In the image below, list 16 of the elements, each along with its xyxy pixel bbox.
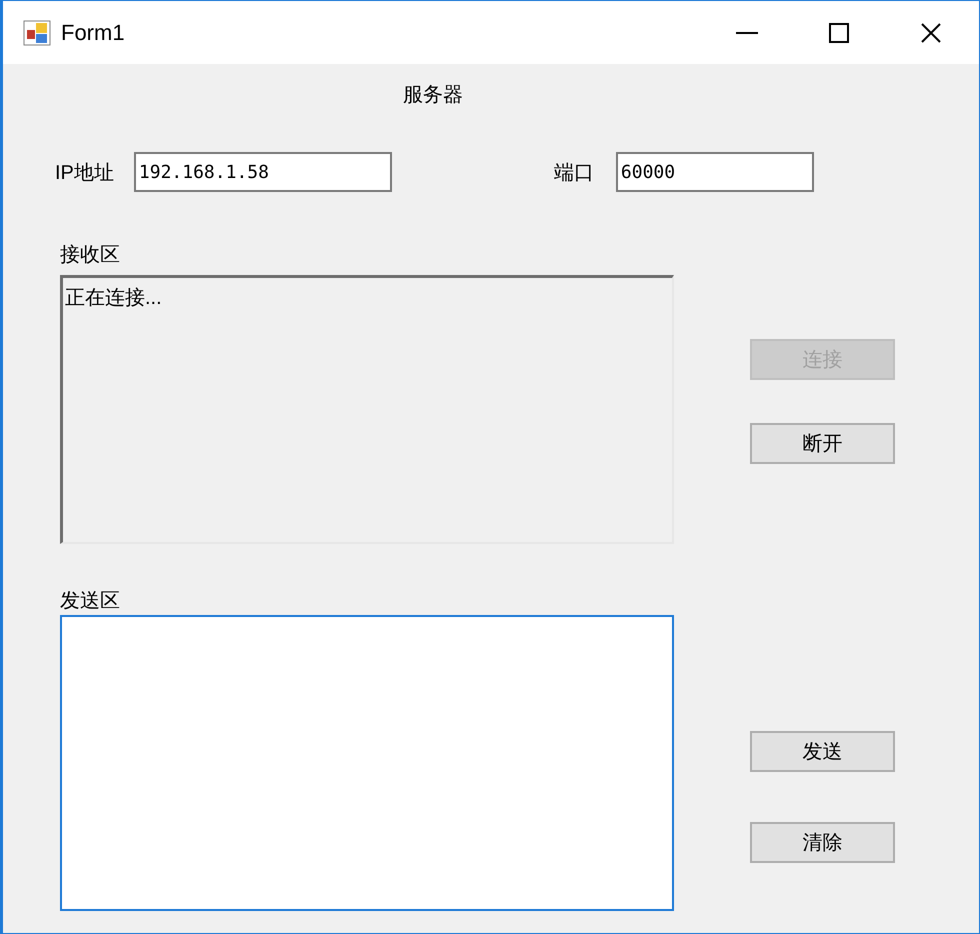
app-icon <box>23 20 51 46</box>
field-label: IP地址 <box>55 160 114 186</box>
section-heading: 服务器 <box>403 83 463 107</box>
area-label: 发送区 <box>60 589 121 614</box>
close-icon[interactable] <box>921 22 941 42</box>
action-button[interactable]: 清除 <box>750 822 895 863</box>
minimize-icon[interactable] <box>736 32 758 34</box>
action-button[interactable]: 发送 <box>750 731 895 772</box>
action-button[interactable]: 断开 <box>750 423 895 464</box>
field-label: 端口 <box>554 160 594 186</box>
text-field[interactable]: 192.168.1.58 <box>134 152 392 192</box>
area-label: 接收区 <box>60 243 121 268</box>
window-title: Form1 <box>61 20 126 46</box>
maximize-icon[interactable] <box>829 22 849 42</box>
receive-text-area[interactable]: 正在连接... <box>60 275 674 544</box>
text-field[interactable]: 60000 <box>616 152 814 192</box>
